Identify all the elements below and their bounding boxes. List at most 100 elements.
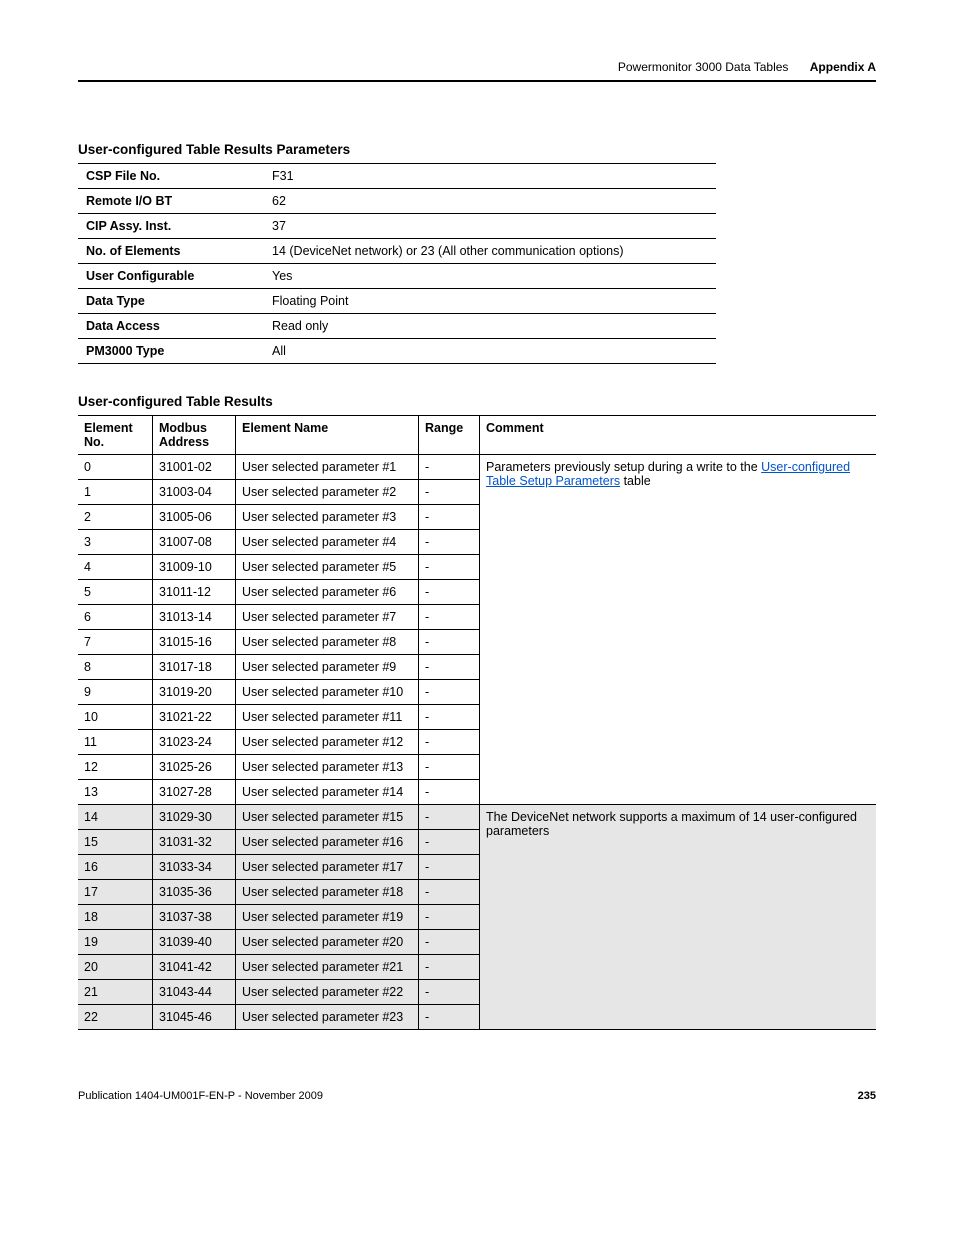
col-header-comment: Comment	[480, 416, 877, 455]
cell-element-name: User selected parameter #7	[236, 605, 419, 630]
cell-element-no: 7	[78, 630, 153, 655]
cell-range: -	[419, 830, 480, 855]
cell-modbus-address: 31041-42	[153, 955, 236, 980]
page-number: 235	[858, 1090, 876, 1102]
cell-modbus-address: 31033-34	[153, 855, 236, 880]
col-header-element-no: Element No.	[78, 416, 153, 455]
params-section-title: User-configured Table Results Parameters	[78, 142, 876, 157]
params-table: CSP File No.F31Remote I/O BT62CIP Assy. …	[78, 163, 716, 364]
cell-element-name: User selected parameter #17	[236, 855, 419, 880]
cell-element-name: User selected parameter #21	[236, 955, 419, 980]
cell-element-name: User selected parameter #15	[236, 805, 419, 830]
cell-comment: Parameters previously setup during a wri…	[480, 455, 877, 805]
cell-range: -	[419, 930, 480, 955]
cell-element-no: 22	[78, 1005, 153, 1030]
params-value: Floating Point	[264, 289, 716, 314]
cell-range: -	[419, 755, 480, 780]
comment-text: table	[620, 474, 651, 488]
params-key: CIP Assy. Inst.	[78, 214, 264, 239]
cell-modbus-address: 31037-38	[153, 905, 236, 930]
cell-modbus-address: 31019-20	[153, 680, 236, 705]
params-key: User Configurable	[78, 264, 264, 289]
params-row: Data AccessRead only	[78, 314, 716, 339]
params-key: Data Type	[78, 289, 264, 314]
cell-modbus-address: 31015-16	[153, 630, 236, 655]
cell-element-name: User selected parameter #11	[236, 705, 419, 730]
params-row: PM3000 TypeAll	[78, 339, 716, 364]
cell-modbus-address: 31003-04	[153, 480, 236, 505]
cell-range: -	[419, 980, 480, 1005]
cell-element-no: 1	[78, 480, 153, 505]
cell-range: -	[419, 730, 480, 755]
cell-element-name: User selected parameter #8	[236, 630, 419, 655]
params-value: F31	[264, 164, 716, 189]
cell-element-no: 9	[78, 680, 153, 705]
params-value: 37	[264, 214, 716, 239]
cell-range: -	[419, 605, 480, 630]
cell-range: -	[419, 655, 480, 680]
cell-modbus-address: 31027-28	[153, 780, 236, 805]
params-value: Yes	[264, 264, 716, 289]
cell-modbus-address: 31001-02	[153, 455, 236, 480]
cell-element-no: 11	[78, 730, 153, 755]
cell-range: -	[419, 905, 480, 930]
cell-modbus-address: 31043-44	[153, 980, 236, 1005]
cell-element-no: 18	[78, 905, 153, 930]
cell-element-name: User selected parameter #19	[236, 905, 419, 930]
params-key: Data Access	[78, 314, 264, 339]
params-row: Data TypeFloating Point	[78, 289, 716, 314]
cell-element-no: 2	[78, 505, 153, 530]
page-footer: Publication 1404-UM001F-EN-P - November …	[78, 1090, 876, 1102]
cell-element-no: 4	[78, 555, 153, 580]
cell-range: -	[419, 555, 480, 580]
params-value: Read only	[264, 314, 716, 339]
params-key: PM3000 Type	[78, 339, 264, 364]
cell-modbus-address: 31011-12	[153, 580, 236, 605]
cell-element-name: User selected parameter #5	[236, 555, 419, 580]
params-key: CSP File No.	[78, 164, 264, 189]
cell-element-no: 15	[78, 830, 153, 855]
cell-modbus-address: 31025-26	[153, 755, 236, 780]
cell-element-name: User selected parameter #14	[236, 780, 419, 805]
cell-element-no: 14	[78, 805, 153, 830]
cell-element-name: User selected parameter #12	[236, 730, 419, 755]
col-header-element-name: Element Name	[236, 416, 419, 455]
params-value: 14 (DeviceNet network) or 23 (All other …	[264, 239, 716, 264]
cell-range: -	[419, 705, 480, 730]
params-key: No. of Elements	[78, 239, 264, 264]
cell-element-name: User selected parameter #10	[236, 680, 419, 705]
cell-modbus-address: 31007-08	[153, 530, 236, 555]
cell-modbus-address: 31005-06	[153, 505, 236, 530]
cell-modbus-address: 31021-22	[153, 705, 236, 730]
cell-range: -	[419, 805, 480, 830]
table-row: 031001-02User selected parameter #1-Para…	[78, 455, 876, 480]
cell-element-no: 17	[78, 880, 153, 905]
cell-element-name: User selected parameter #20	[236, 930, 419, 955]
cell-modbus-address: 31013-14	[153, 605, 236, 630]
comment-text: Parameters previously setup during a wri…	[486, 460, 761, 474]
cell-element-name: User selected parameter #4	[236, 530, 419, 555]
cell-range: -	[419, 880, 480, 905]
cell-modbus-address: 31031-32	[153, 830, 236, 855]
params-row: CSP File No.F31	[78, 164, 716, 189]
cell-range: -	[419, 680, 480, 705]
col-header-modbus-addr: Modbus Address	[153, 416, 236, 455]
cell-element-no: 0	[78, 455, 153, 480]
cell-modbus-address: 31035-36	[153, 880, 236, 905]
publication-info: Publication 1404-UM001F-EN-P - November …	[78, 1090, 323, 1102]
cell-element-name: User selected parameter #16	[236, 830, 419, 855]
cell-modbus-address: 31029-30	[153, 805, 236, 830]
col-header-range: Range	[419, 416, 480, 455]
cell-modbus-address: 31009-10	[153, 555, 236, 580]
page-header: Powermonitor 3000 Data Tables Appendix A	[78, 60, 876, 82]
cell-modbus-address: 31039-40	[153, 930, 236, 955]
cell-element-no: 20	[78, 955, 153, 980]
appendix-label: Appendix A	[810, 60, 876, 74]
cell-element-no: 19	[78, 930, 153, 955]
cell-range: -	[419, 530, 480, 555]
cell-element-no: 3	[78, 530, 153, 555]
cell-range: -	[419, 780, 480, 805]
table-row: 1431029-30User selected parameter #15-Th…	[78, 805, 876, 830]
cell-element-no: 16	[78, 855, 153, 880]
cell-element-no: 12	[78, 755, 153, 780]
